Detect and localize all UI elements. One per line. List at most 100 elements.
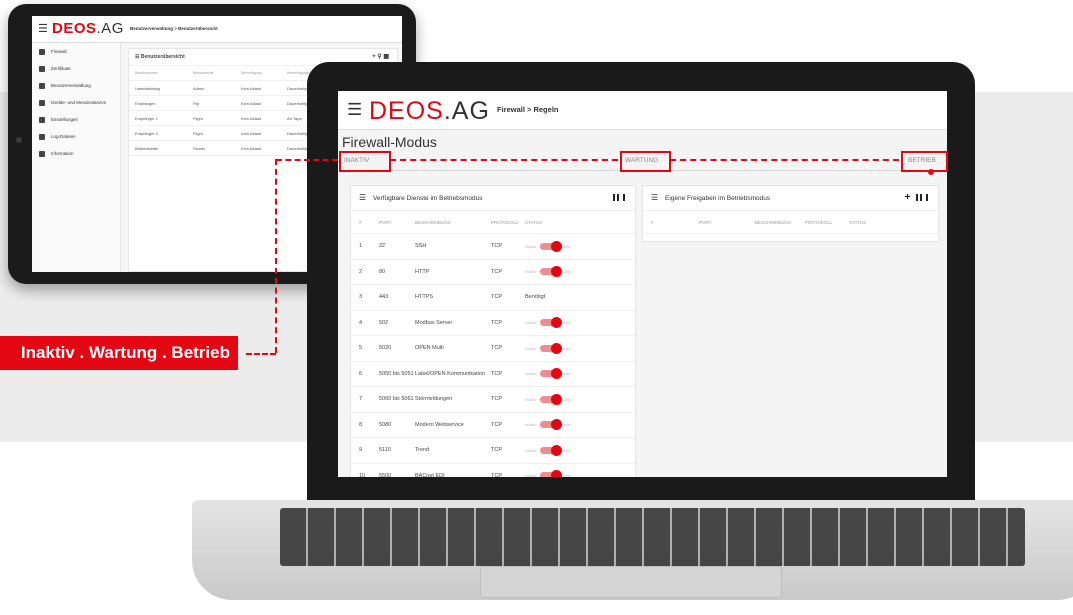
cell-port: 5020 (379, 345, 392, 352)
cell-n: 2 (359, 268, 363, 275)
cell-desc: OPEN Multi (415, 345, 444, 352)
table-header: # PORT BESCHREIBUNG PROTOKOLL STATUS (643, 211, 938, 234)
toggle-switch[interactable] (539, 470, 562, 477)
cell-proto: TCP (491, 243, 502, 250)
status-toggle[interactable]: Inaktiv Aktiv (525, 393, 635, 405)
page-title: Firewall-Modus (342, 134, 437, 150)
cell-proto: TCP (491, 472, 502, 477)
toggle-off-label: Inaktiv (525, 396, 537, 402)
cell-n: 8 (359, 421, 363, 428)
toggle-switch[interactable] (539, 368, 562, 380)
status-toggle[interactable]: Inaktiv Aktiv (525, 368, 635, 380)
toggle-switch[interactable] (539, 266, 562, 278)
cell-n: 10 (359, 472, 366, 477)
cell-proto: TCP (491, 268, 502, 275)
cell-n: 9 (359, 447, 363, 454)
users-icon (39, 82, 45, 89)
table-row[interactable]: 8 5080 Modern Webservice TCP Inaktiv Aktiv (351, 413, 635, 438)
cell-proto: TCP (491, 447, 502, 454)
list-icon: ☰ (651, 193, 659, 202)
table-row[interactable]: 9 5110 Trend TCP Inaktiv Aktiv (351, 438, 635, 464)
connector-line (246, 353, 276, 355)
cell-desc: BACnet EDI (415, 472, 445, 477)
toggle-off-label: Inaktiv (525, 269, 537, 275)
toggle-on-label: Aktiv (562, 371, 572, 377)
app-logo: DEOS.AG (369, 97, 490, 125)
status-toggle[interactable]: Inaktiv Aktiv (525, 266, 635, 278)
status-toggle[interactable]: Inaktiv Aktiv (525, 240, 635, 252)
tab-wartung[interactable]: WARTUNG (625, 157, 658, 164)
tablet-topbar: ☰ DEOS.AG Benutzerverwaltung > Benutzerü… (32, 16, 402, 43)
tablet-panel-tools[interactable]: + ⚲ ▦ (372, 53, 389, 60)
table-row[interactable]: 5 5020 OPEN Multi TCP Inaktiv Aktiv (351, 336, 635, 362)
table-row[interactable]: 3 443 HTTPS TCP Benötigt (351, 285, 635, 311)
status-toggle[interactable]: Inaktiv Aktiv (525, 444, 635, 456)
table-row[interactable]: 1 22 SSH TCP Inaktiv Aktiv (351, 234, 635, 260)
sidebar-item-zertifikate[interactable]: Zertifikate (32, 60, 120, 77)
tablet-breadcrumb: Benutzerverwaltung > Benutzerübersicht (130, 26, 218, 31)
tab-inaktiv[interactable]: INAKTIV (344, 157, 369, 164)
columns-icon[interactable] (916, 193, 928, 201)
laptop-trackpad (480, 566, 782, 598)
table-row[interactable]: 7 5060 bis 5061 Störmeldungen TCP Inaktiv Akt… (351, 387, 635, 413)
mode-slider-handle[interactable] (928, 169, 934, 175)
columns-icon[interactable] (613, 192, 625, 203)
toggle-switch[interactable] (539, 444, 562, 456)
status-toggle[interactable]: Inaktiv Aktiv (525, 419, 635, 431)
menu-icon[interactable]: ☰ (38, 24, 48, 35)
cell-n: 7 (359, 396, 363, 403)
toggle-on-label: Aktiv (562, 243, 572, 249)
info-icon (39, 150, 45, 157)
cell-proto: TCP (491, 396, 502, 403)
cell-n: 3 (359, 294, 363, 301)
cell-desc: Label/OPEN Kommunikation (415, 370, 486, 377)
toggle-switch[interactable] (539, 393, 562, 405)
toggle-switch[interactable] (539, 342, 562, 354)
cell-n: 4 (359, 319, 363, 326)
add-icon[interactable]: + (905, 192, 911, 203)
toggle-on-label: Aktiv (562, 320, 572, 326)
sidebar-item-firewall[interactable]: Firewall (32, 43, 120, 60)
toggle-off-label: Inaktiv (525, 320, 537, 326)
cell-port: 80 (379, 268, 386, 275)
menu-icon[interactable]: ☰ (347, 101, 362, 118)
cell-port: 502 (379, 319, 389, 326)
toggle-switch[interactable] (539, 317, 562, 329)
toggle-on-label: Aktiv (562, 396, 572, 402)
toggle-switch[interactable] (539, 240, 562, 252)
own-shares-card: ☰ Eigene Freigaben im Betriebsmodus + # P… (642, 185, 939, 242)
cell-proto: TCP (491, 370, 502, 377)
gear-icon (39, 116, 45, 123)
status-toggle[interactable]: Inaktiv Aktiv (525, 342, 635, 354)
card-title: Eigene Freigaben im Betriebsmodus (665, 195, 771, 202)
available-services-card: ☰ Verfügbare Dienste im Betriebsmodus # P… (350, 185, 636, 477)
card-title: Verfügbare Dienste im Betriebsmodus (373, 195, 483, 202)
toggle-on-label: Aktiv (562, 269, 572, 275)
sidebar-item-log-dateien[interactable]: Log-Dateien (32, 128, 120, 145)
card-header: ☰ Verfügbare Dienste im Betriebsmodus (351, 186, 635, 211)
tablet-sidebar: Firewall Zertifikate Benutzerverwaltung … (32, 43, 121, 272)
status-toggle[interactable]: Inaktiv Aktiv (525, 470, 635, 477)
table-row[interactable]: 2 80 HTTP TCP Inaktiv Aktiv (351, 260, 635, 285)
device-icon (39, 99, 45, 106)
certificate-icon (39, 65, 45, 72)
sidebar-item-einstellungen[interactable]: Einstellungen (32, 111, 120, 128)
toggle-switch[interactable] (539, 419, 562, 431)
table-row[interactable]: 6 5050 bis 5051 Label/OPEN Kommunikation TC… (351, 362, 635, 387)
list-icon: ☰ (359, 193, 367, 202)
sidebar-item-information[interactable]: Information (32, 145, 120, 162)
toggle-on-label: Aktiv (562, 345, 572, 351)
status-toggle[interactable]: Inaktiv Aktiv (525, 317, 635, 329)
cell-desc: HTTP (415, 268, 430, 275)
cell-port: 5500 (379, 472, 392, 477)
sidebar-item-geraete[interactable]: Geräte- und Messinstanzen (32, 94, 120, 111)
tab-betrieb[interactable]: BETRIEB (908, 157, 936, 164)
table-row[interactable]: 10 5500 BACnet EDI TCP Inaktiv Aktiv (351, 464, 635, 477)
cell-proto: TCP (491, 294, 502, 301)
sidebar-item-benutzerverwaltung[interactable]: Benutzerverwaltung (32, 77, 120, 94)
toggle-off-label: Inaktiv (525, 473, 537, 477)
table-row[interactable]: 4 502 Modbus Server TCP Inaktiv Aktiv (351, 311, 635, 336)
app-topbar: ☰ DEOS.AG Firewall > Regeln (338, 91, 947, 130)
toggle-on-label: Aktiv (562, 473, 572, 477)
cell-desc: HTTPS (415, 294, 434, 301)
